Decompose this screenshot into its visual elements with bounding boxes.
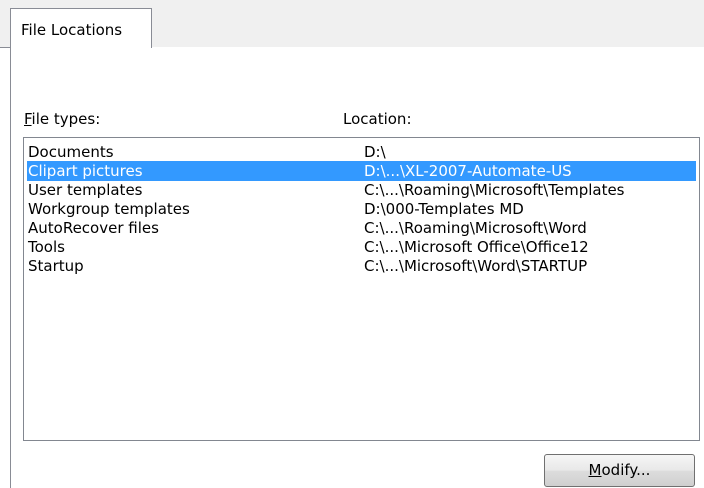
- modify-button[interactable]: Modify...: [544, 454, 695, 487]
- file-types-header: File types:: [24, 110, 100, 128]
- location-cell: C:\...\Roaming\Microsoft\Word: [364, 219, 587, 237]
- file-type-cell: User templates: [28, 181, 143, 199]
- file-type-cell: Documents: [28, 143, 114, 161]
- location-header: Location:: [343, 110, 412, 128]
- location-cell: C:\...\Microsoft Office\Office12: [364, 238, 589, 256]
- list-row[interactable]: User templates C:\...\Roaming\Microsoft\T…: [27, 180, 696, 200]
- file-type-cell: Workgroup templates: [28, 200, 190, 218]
- file-locations-list[interactable]: Documents D:\ Clipart pictures D:\...\XL-20…: [23, 137, 700, 441]
- location-cell: D:\000-Templates MD: [364, 200, 524, 218]
- file-type-cell: Clipart pictures: [28, 162, 143, 180]
- location-cell: C:\...\Roaming\Microsoft\Templates: [364, 181, 625, 199]
- list-row[interactable]: Workgroup templates D:\000-Templates MD: [27, 199, 696, 219]
- list-row[interactable]: Tools C:\...\Microsoft Office\Office12: [27, 237, 696, 257]
- list-row[interactable]: Documents D:\: [27, 142, 696, 162]
- file-types-header-rest: ile types:: [31, 110, 101, 128]
- modify-button-rest: odify...: [601, 461, 651, 479]
- location-cell: D:\: [364, 143, 386, 161]
- tab-file-locations-label: File Locations: [21, 21, 123, 39]
- file-type-cell: Startup: [28, 257, 84, 275]
- modify-access-key: M: [588, 461, 602, 479]
- list-row[interactable]: Startup C:\...\Microsoft\Word\STARTUP: [27, 256, 696, 276]
- file-type-cell: Tools: [28, 238, 65, 256]
- list-row[interactable]: Clipart pictures D:\...\XL-2007-Automate-…: [27, 161, 696, 181]
- location-cell: D:\...\XL-2007-Automate-US: [364, 162, 572, 180]
- file-type-cell: AutoRecover files: [28, 219, 159, 237]
- list-row[interactable]: AutoRecover files C:\...\Roaming\Microsof…: [27, 218, 696, 238]
- tab-file-locations[interactable]: File Locations: [10, 8, 152, 48]
- file-types-access-key: F: [24, 110, 32, 128]
- location-cell: C:\...\Microsoft\Word\STARTUP: [364, 257, 588, 275]
